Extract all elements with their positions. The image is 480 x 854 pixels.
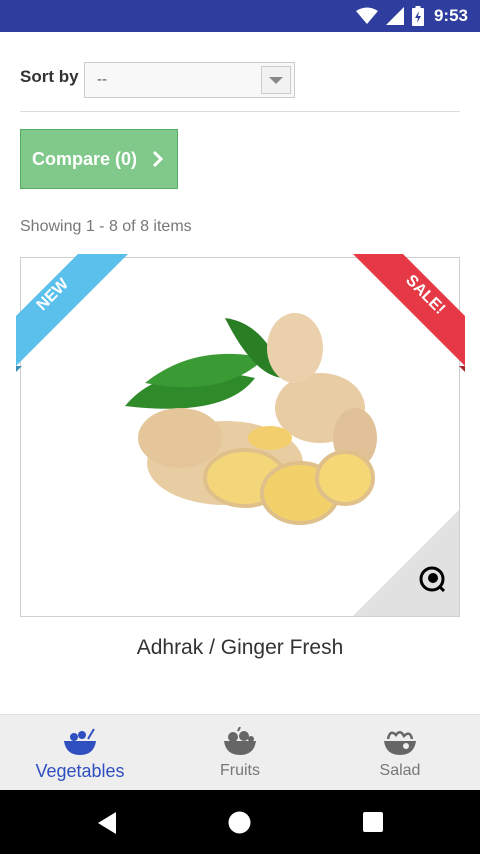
nav-vegetables[interactable]: Vegetables bbox=[0, 715, 160, 791]
bottom-nav: Vegetables Fruits Salad bbox=[0, 714, 480, 790]
sort-label: Sort by bbox=[20, 67, 79, 86]
sort-row: Sort by -- bbox=[20, 62, 460, 100]
compare-button[interactable]: Compare (0) bbox=[20, 129, 178, 189]
divider bbox=[20, 111, 460, 112]
home-icon[interactable] bbox=[228, 811, 251, 834]
quick-view-eye-icon[interactable] bbox=[419, 566, 445, 592]
status-bar: 9:53 bbox=[0, 0, 480, 32]
wifi-icon bbox=[355, 7, 378, 24]
signal-icon bbox=[385, 7, 404, 25]
product-card[interactable]: NEW SALE! bbox=[16, 254, 465, 617]
status-icons: 9:53 bbox=[355, 5, 468, 27]
product-name[interactable]: Adhrak / Ginger Fresh bbox=[0, 636, 480, 660]
battery-charging-icon bbox=[411, 6, 424, 26]
nav-fruits-label: Fruits bbox=[220, 762, 260, 779]
back-icon[interactable] bbox=[96, 811, 118, 835]
dropdown-arrow-icon[interactable] bbox=[261, 66, 291, 94]
recents-icon[interactable] bbox=[363, 812, 383, 832]
quick-view-corner[interactable] bbox=[353, 510, 459, 616]
items-count-text: Showing 1 - 8 of 8 items bbox=[20, 218, 192, 235]
clock: 9:53 bbox=[433, 6, 468, 25]
compare-label: Compare (0) bbox=[32, 149, 138, 169]
vegetables-bowl-icon bbox=[64, 728, 96, 755]
chevron-right-icon bbox=[152, 150, 164, 168]
nav-vegetables-label: Vegetables bbox=[35, 761, 125, 781]
product-image-ginger[interactable] bbox=[105, 288, 385, 538]
salad-bowl-icon bbox=[384, 731, 416, 755]
nav-fruits[interactable]: Fruits bbox=[160, 715, 320, 791]
sort-select[interactable]: -- bbox=[84, 62, 295, 98]
fruits-bowl-icon bbox=[224, 727, 256, 755]
sort-selected-value: -- bbox=[97, 71, 107, 88]
sale-ribbon: SALE! bbox=[353, 254, 465, 372]
nav-salad-label: Salad bbox=[379, 762, 421, 779]
nav-salad[interactable]: Salad bbox=[320, 715, 480, 791]
system-nav-bar bbox=[0, 790, 480, 854]
new-ribbon: NEW bbox=[16, 254, 128, 372]
